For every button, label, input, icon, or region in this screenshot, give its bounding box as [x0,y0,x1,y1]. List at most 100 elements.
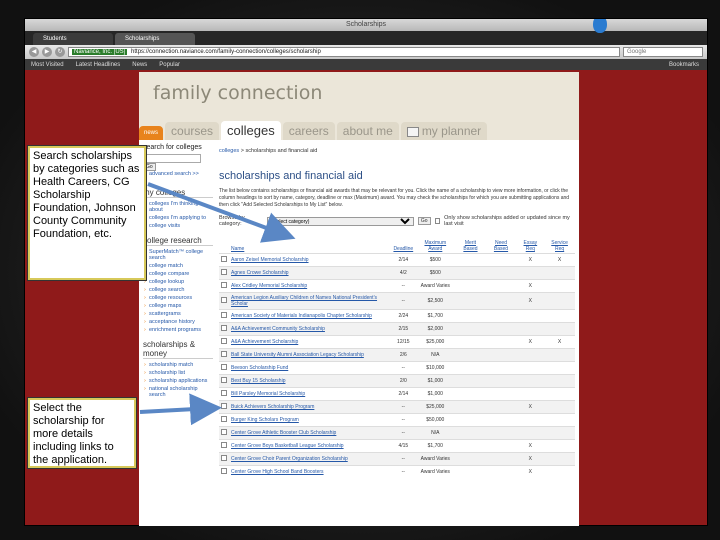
column-header-essay[interactable]: Essay Req [516,239,544,254]
scholarship-name-link[interactable]: A&A Achievement Community Scholarship [229,322,392,336]
bookmark-news[interactable]: News [132,62,147,68]
sidebar-item[interactable]: college resources [143,294,213,302]
back-icon[interactable]: ◀ [29,47,39,57]
row-checkbox[interactable] [221,351,227,357]
row-checkbox[interactable] [221,312,227,318]
tab-students[interactable]: Students [33,33,113,45]
row-checkbox[interactable] [221,364,227,370]
category-select[interactable]: (select category) [267,216,414,226]
deadline-cell: 2/14 [391,253,416,267]
scholarship-name-link[interactable]: Buick Achievers Scholarship Program [229,400,392,414]
scholarship-name-link[interactable]: Beeson Scholarship Fund [229,361,392,375]
scholarship-name-link[interactable]: Burger King Scholars Program [229,413,392,427]
main-content: colleges > scholarships and financial ai… [215,140,579,526]
column-header-service[interactable]: Service Req [544,239,575,254]
row-checkbox[interactable] [221,377,227,383]
sidebar-item[interactable]: colleges I'm thinking about [143,200,213,214]
scholarship-name-link[interactable]: Bill Parsley Memorial Scholarship [229,387,392,401]
tab-my-planner[interactable]: my planner [400,122,488,140]
sidebar-item[interactable]: national scholarship search [143,385,213,399]
scholarship-name-link[interactable]: American Legion Auxiliary Children of Na… [229,292,392,310]
row-checkbox[interactable] [221,442,227,448]
scholarship-name-link[interactable]: Center Grove Choir Parent Organization S… [229,452,392,466]
scholarship-name-link[interactable]: Center Grove Athletic Booster Club Schol… [229,426,392,440]
row-checkbox[interactable] [221,416,227,422]
sidebar-item[interactable]: scholarship list [143,369,213,377]
scholarship-name-link[interactable]: Alex Cridley Memorial Scholarship [229,279,392,293]
row-checkbox[interactable] [221,390,227,396]
max-award-cell: Award Varies [415,465,456,478]
scholarship-name-link[interactable]: Aaron Zeisel Memorial Scholarship [229,253,392,267]
row-checkbox-cell [219,309,229,323]
scholarship-name-link[interactable]: Center Grove High School Band Boosters [229,465,392,478]
sidebar-item[interactable]: scattergrams [143,310,213,318]
scholarship-name-link[interactable]: Ball State University Alumni Association… [229,348,392,362]
merit-cell [455,309,486,323]
college-search-input[interactable] [143,154,201,163]
max-award-cell: $1,000 [415,387,456,401]
column-header-merit[interactable]: Merit Based [455,239,485,254]
row-checkbox[interactable] [221,468,227,474]
sidebar-item[interactable]: colleges I'm applying to [143,214,213,222]
service-cell: X [544,253,575,267]
sidebar-item[interactable]: college visits [143,222,213,230]
only-added-checkbox[interactable] [434,218,441,224]
bookmarks-menu[interactable]: Bookmarks [669,62,699,68]
sidebar-item[interactable]: enrichment programs [143,326,213,334]
scholarship-name-link[interactable]: American Society of Materials Indianapol… [229,309,392,323]
reload-icon[interactable]: ↻ [55,47,65,57]
row-checkbox[interactable] [221,338,227,344]
tab-courses[interactable]: courses [165,122,220,140]
row-checkbox[interactable] [221,297,227,303]
row-checkbox[interactable] [221,455,227,461]
sidebar-item[interactable]: acceptance history [143,318,213,326]
scholarship-name-link[interactable]: Center Grove Boys Basketball League Scho… [229,439,392,453]
essay-cell [516,426,545,440]
service-cell [544,361,575,375]
essay-cell [516,374,545,388]
row-checkbox[interactable] [221,403,227,409]
bookmark-popular[interactable]: Popular [159,62,180,68]
scholarship-name-link[interactable]: A&A Achievement Scholarship [229,335,392,349]
need-cell [485,266,517,280]
row-checkbox[interactable] [221,282,227,288]
bookmark-latest-headlines[interactable]: Latest Headlines [76,62,121,68]
sidebar-item[interactable]: college compare [143,270,213,278]
column-header-name[interactable]: Name [229,239,391,254]
row-checkbox[interactable] [221,256,227,262]
sidebar-item[interactable]: scholarship applications [143,377,213,385]
site-identity-badge[interactable]: Naviance, Inc. [US] [72,49,128,55]
sidebar-item[interactable]: college search [143,286,213,294]
tab-colleges[interactable]: colleges [221,121,281,140]
row-checkbox[interactable] [221,325,227,331]
forward-icon[interactable]: ▶ [42,47,52,57]
sidebar-item[interactable]: SuperMatch™ college search [143,248,213,262]
sidebar-item[interactable]: scholarship match [143,361,213,369]
row-checkbox[interactable] [221,429,227,435]
row-checkbox[interactable] [221,269,227,275]
column-header-max-award[interactable]: Maximum Award [415,239,455,254]
url-input[interactable]: Naviance, Inc. [US] https://connection.n… [68,47,620,57]
sidebar-item[interactable]: college lookup [143,278,213,286]
breadcrumb: colleges > scholarships and financial ai… [219,148,575,154]
deadline-cell: 4/2 [391,266,416,280]
bookmark-most-visited[interactable]: Most Visited [31,62,64,68]
scholarship-name-link[interactable]: Agnes Crowe Scholarship [229,266,392,280]
need-cell [485,361,517,375]
column-header-need[interactable]: Need Based [486,239,517,254]
need-cell [485,348,517,362]
tab-news[interactable]: news [139,126,164,140]
advanced-search-link[interactable]: advanced search >> [143,170,209,178]
tab-about-me[interactable]: about me [336,122,399,140]
category-go-button[interactable]: Go [417,217,431,225]
sidebar-item[interactable]: college match [143,262,213,270]
tab-scholarships[interactable]: Scholarships [115,33,195,45]
fc-logo[interactable]: family connection [153,82,322,104]
row-checkbox-cell [219,292,229,310]
breadcrumb-colleges[interactable]: colleges [219,148,239,154]
tab-careers[interactable]: careers [282,122,335,140]
column-header-deadline[interactable]: Deadline [391,239,415,254]
sidebar-item[interactable]: college maps [143,302,213,310]
scholarship-name-link[interactable]: Best Buy 15 Scholarship [229,374,392,388]
search-input[interactable]: Google [623,47,703,57]
